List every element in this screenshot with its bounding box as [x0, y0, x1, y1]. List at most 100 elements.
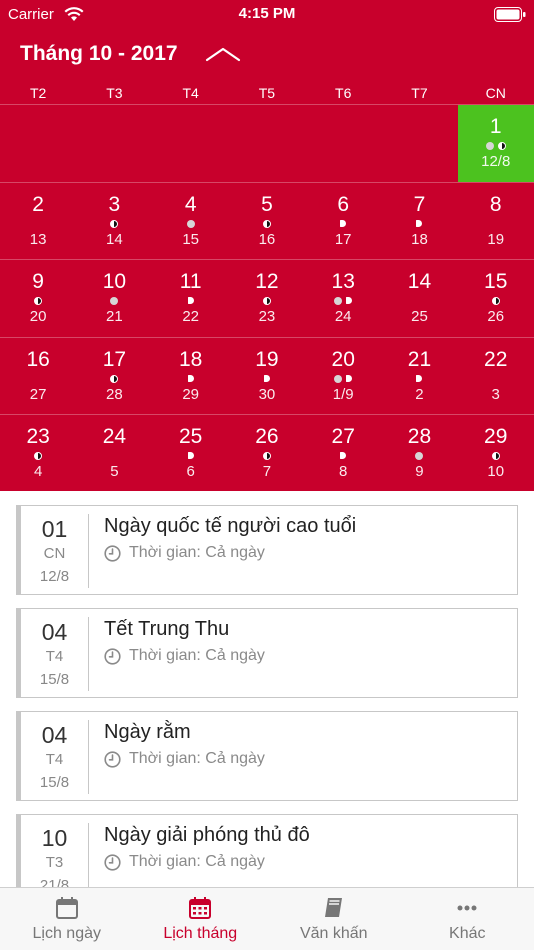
lunar-date: 8: [339, 463, 348, 481]
day-cell[interactable]: 20 1/9: [305, 338, 381, 415]
day-markers: [381, 452, 457, 461]
day-cell[interactable]: 11 22: [153, 260, 229, 337]
event-lunar-date: 15/8: [39, 671, 70, 688]
event-dot-icon: [415, 452, 424, 461]
day-cell[interactable]: 25 6: [153, 415, 229, 492]
day-cell[interactable]: 6 17: [305, 183, 381, 260]
event-divider: [88, 720, 89, 794]
event-lunar-date: 15/8: [39, 774, 70, 791]
flag-icon: [340, 452, 347, 460]
event-dot-icon: [334, 297, 343, 306]
lunar-date: 2: [415, 385, 424, 403]
day-cell-selected[interactable]: 1 12/8: [457, 105, 534, 182]
day-number: 24: [102, 425, 127, 449]
day-cell[interactable]: 3 14: [76, 183, 152, 260]
book-icon: [321, 895, 347, 921]
day-number: 16: [26, 347, 50, 371]
day-number: 25: [178, 425, 203, 449]
day-cell[interactable]: 28 9: [381, 415, 457, 492]
event-day: 04: [41, 722, 68, 748]
empty-day-cell: [229, 105, 305, 182]
weekday-label: T5: [258, 85, 276, 101]
day-cell[interactable]: 29 10: [458, 415, 534, 492]
flag-icon: [340, 219, 347, 227]
tab-book[interactable]: Văn khấn: [267, 888, 401, 950]
day-cell[interactable]: 12 23: [229, 260, 305, 337]
event-date-block: 04 T4 15/8: [21, 609, 88, 697]
day-cell[interactable]: 9 20: [0, 260, 76, 337]
event-title: Ngày giải phóng thủ đô: [104, 824, 310, 846]
day-cell[interactable]: 23 4: [0, 415, 76, 492]
flag-icon: [187, 297, 194, 305]
day-markers: [305, 452, 381, 461]
lunar-date: 4: [33, 463, 43, 481]
event-card[interactable]: 10 T3 21/8 Ngày giải phóng thủ đô Thời gian:…: [16, 814, 518, 887]
event-card[interactable]: 04 T4 15/8 Ngày rằm Thời gian: Cả ngày: [16, 711, 518, 801]
event-day: 01: [41, 516, 68, 542]
tab-more[interactable]: Khác: [401, 888, 534, 950]
chevron-up-icon[interactable]: [205, 44, 241, 64]
weekday-label: CN: [485, 85, 506, 101]
day-cell[interactable]: 26 7: [229, 415, 305, 492]
day-cell[interactable]: 19 30: [229, 338, 305, 415]
day-cell[interactable]: 27 8: [305, 415, 381, 492]
flag-icon: [187, 452, 194, 460]
week-row: 23 4 24 5 25 6 26 7 27 8 28 9 29 10: [0, 414, 534, 492]
clock-icon: [104, 853, 121, 871]
lunar-date: 26: [487, 308, 505, 326]
lunar-date: 5: [110, 463, 119, 481]
tab-calendar-day[interactable]: Lịch ngày: [0, 888, 134, 950]
day-cell[interactable]: 24 5: [76, 415, 152, 492]
weekday-label: T6: [335, 85, 352, 101]
day-cell[interactable]: 21 2: [381, 338, 457, 415]
lunar-date: 16: [258, 230, 276, 248]
yin-yang-icon: [34, 452, 43, 461]
event-divider: [88, 617, 89, 691]
empty-day-cell: [0, 105, 76, 182]
day-number: 4: [184, 192, 197, 216]
weekday-label: T2: [29, 85, 47, 101]
lunar-date: 22: [182, 308, 199, 326]
day-markers: [0, 297, 76, 306]
day-cell[interactable]: 10 21: [76, 260, 152, 337]
event-card[interactable]: 04 T4 15/8 Tết Trung Thu Thời gian: Cả ngày: [16, 608, 518, 698]
weekday-label: T7: [411, 85, 428, 101]
day-number: 18: [178, 347, 203, 371]
day-cell[interactable]: 17 28: [76, 338, 152, 415]
day-cell[interactable]: 22 3: [458, 338, 534, 415]
clock-icon: [104, 544, 121, 562]
yin-yang-icon: [491, 297, 500, 306]
event-divider: [88, 823, 89, 887]
day-cell[interactable]: 14 25: [381, 260, 457, 337]
day-cell[interactable]: 4 15: [153, 183, 229, 260]
lunar-date: 25: [411, 308, 428, 326]
day-cell[interactable]: 8 19: [458, 183, 534, 260]
month-title[interactable]: Tháng 10 - 2017: [20, 42, 178, 66]
event-title: Ngày quốc tế người cao tuổi: [104, 515, 357, 537]
lunar-date: 1/9: [332, 385, 354, 403]
event-list[interactable]: 01 CN 12/8 Ngày quốc tế người cao tuổi Thời …: [0, 491, 534, 887]
event-dot-icon: [485, 142, 494, 150]
event-card[interactable]: 01 CN 12/8 Ngày quốc tế người cao tuổi Thời …: [16, 505, 518, 595]
event-day: 04: [41, 619, 68, 645]
day-number: 21: [407, 347, 432, 371]
day-cell[interactable]: 5 16: [229, 183, 305, 260]
event-time: Thời gian: Cả ngày: [104, 853, 265, 871]
event-time: Thời gian: Cả ngày: [104, 544, 265, 562]
day-number: 11: [179, 270, 202, 294]
day-cell[interactable]: 7 18: [381, 183, 457, 260]
day-cell[interactable]: 15 26: [458, 260, 534, 337]
day-cell[interactable]: 16 27: [0, 338, 76, 415]
event-weekday: T3: [45, 854, 64, 871]
lunar-date: 18: [411, 230, 428, 248]
tab-calendar-month[interactable]: Lịch tháng: [134, 888, 268, 950]
day-markers: [76, 297, 152, 306]
day-markers: [458, 297, 534, 306]
flag-icon: [346, 297, 353, 305]
lunar-date: 6: [186, 463, 195, 481]
day-cell[interactable]: 2 13: [0, 183, 76, 260]
day-cell[interactable]: 13 24: [305, 260, 381, 337]
day-cell[interactable]: 18 29: [153, 338, 229, 415]
lunar-date: 3: [491, 385, 500, 403]
calendar-header-area: Carrier 4:15 PM Tháng 10 - 2017 T2 T3 T4 T5…: [0, 0, 534, 491]
